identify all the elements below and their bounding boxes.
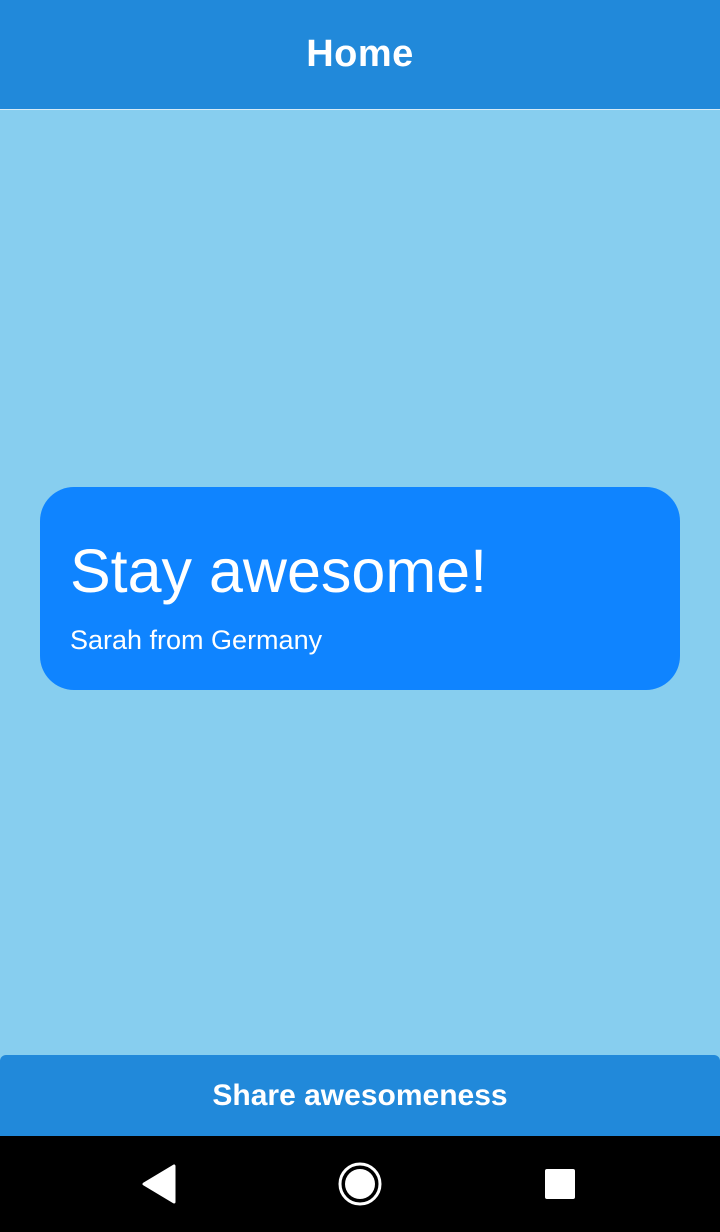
- share-awesomeness-button[interactable]: Share awesomeness: [0, 1055, 720, 1136]
- home-circle-icon: [338, 1162, 382, 1206]
- quote-author: Sarah from Germany: [70, 625, 323, 655]
- back-button[interactable]: [112, 1136, 208, 1232]
- page-title: Home: [306, 33, 414, 75]
- quote-card: Stay awesome! Sarah from Germany: [40, 487, 680, 690]
- recents-button[interactable]: [512, 1136, 608, 1232]
- main-content: Stay awesome! Sarah from Germany: [0, 110, 720, 1055]
- quote-text: Stay awesome!: [70, 537, 488, 605]
- system-navigation-bar: [0, 1136, 720, 1232]
- home-button[interactable]: [312, 1136, 408, 1232]
- back-triangle-icon: [142, 1164, 176, 1204]
- recents-square-icon: [545, 1169, 575, 1199]
- app-bar: Home: [0, 0, 720, 110]
